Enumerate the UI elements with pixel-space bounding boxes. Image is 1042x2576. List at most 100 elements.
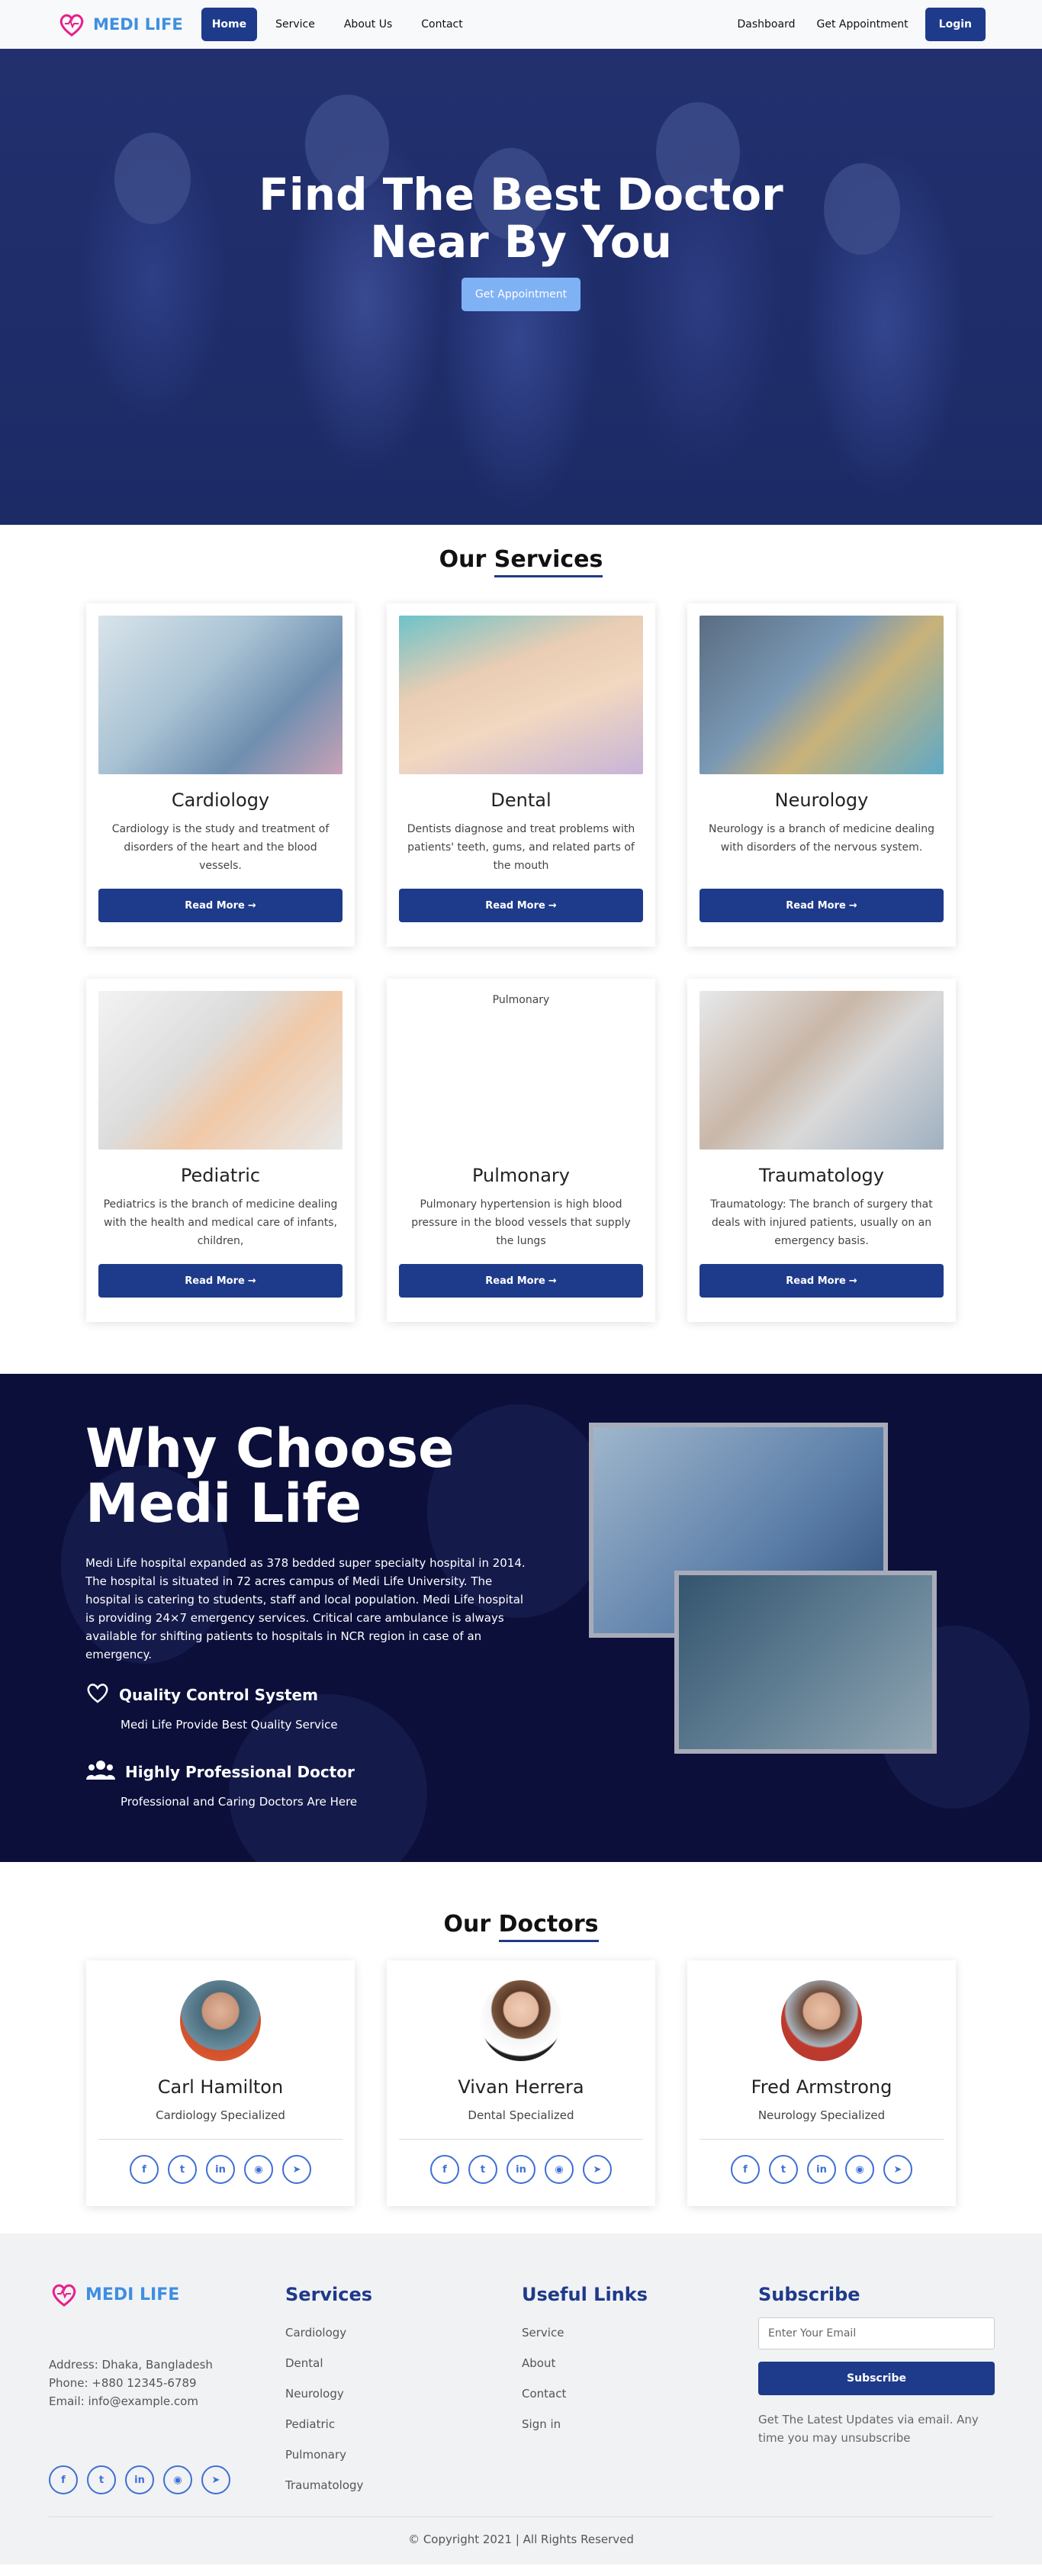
read-more-button[interactable]: Read More → — [699, 889, 944, 922]
service-description: Pulmonary hypertension is high blood pre… — [411, 1198, 631, 1247]
service-card-dental: Dental Dentists diagnose and treat probl… — [387, 603, 655, 947]
service-name: Pediatric — [180, 1165, 261, 1186]
hero-get-appointment-button[interactable]: Get Appointment — [461, 278, 581, 311]
hero-title: Find The Best Doctor Near By You — [259, 169, 783, 268]
doctor-specialty: Neurology Specialized — [757, 2108, 886, 2122]
telegram-icon[interactable]: ➤ — [282, 2155, 311, 2184]
brand-logo[interactable]: MEDI LIFE — [56, 9, 183, 40]
twitter-icon[interactable]: t — [468, 2155, 497, 2184]
read-more-button[interactable]: Read More → — [98, 1264, 343, 1298]
subscribe-note: Get The Latest Updates via email. Any ti… — [758, 2413, 979, 2445]
footer-address: Address: Dhaka, Bangladesh — [49, 2358, 213, 2372]
footer: MEDI LIFE Address: Dhaka, Bangladesh Pho… — [0, 2233, 1042, 2565]
telegram-icon[interactable]: ➤ — [883, 2155, 912, 2184]
service-name: Neurology — [774, 790, 869, 811]
service-description: Neurology is a branch of medicine dealin… — [709, 823, 934, 854]
facebook-icon[interactable]: f — [430, 2155, 459, 2184]
read-more-button[interactable]: Read More → — [98, 889, 343, 922]
twitter-icon[interactable]: t — [769, 2155, 798, 2184]
nav-about[interactable]: About Us — [333, 11, 403, 38]
copyright: © Copyright 2021 | All Rights Reserved — [49, 2517, 993, 2546]
footer-service-link[interactable]: Neurology — [285, 2378, 522, 2409]
service-image-cardiology — [98, 616, 343, 774]
read-more-button[interactable]: Read More → — [399, 1264, 643, 1298]
linkedin-icon[interactable]: in — [807, 2155, 836, 2184]
lab-doctors-photo — [674, 1571, 937, 1754]
read-more-button[interactable]: Read More → — [399, 889, 643, 922]
read-more-button[interactable]: Read More → — [699, 1264, 944, 1298]
feature-professional-doctor: Highly Professional Doctor Professional … — [85, 1759, 528, 1809]
footer-service-link[interactable]: Dental — [285, 2348, 522, 2378]
doctors-title: Our Doctors — [443, 1911, 599, 1938]
footer-services-column: Services Cardiology Dental Neurology Ped… — [285, 2279, 522, 2500]
instagram-icon[interactable]: ◉ — [545, 2155, 574, 2184]
service-card-traumatology: Traumatology Traumatology: The branch of… — [687, 979, 956, 1322]
footer-useful-link[interactable]: About — [522, 2348, 758, 2378]
heart-pulse-logo-icon — [59, 14, 84, 37]
service-card-neurology: Neurology Neurology is a branch of medic… — [687, 603, 956, 947]
service-name: Pulmonary — [472, 1165, 570, 1186]
services-title: Our Services — [439, 546, 603, 573]
brand-name: MEDI LIFE — [93, 14, 183, 34]
doctor-name: Vivan Herrera — [458, 2076, 584, 2098]
footer-service-link[interactable]: Cardiology — [285, 2317, 522, 2348]
footer-useful-link[interactable]: Service — [522, 2317, 758, 2348]
nav-dashboard[interactable]: Dashboard — [733, 18, 800, 31]
footer-links-column: Useful Links Service About Contact Sign … — [522, 2279, 758, 2500]
twitter-icon[interactable]: t — [168, 2155, 197, 2184]
footer-service-link[interactable]: Traumatology — [285, 2470, 522, 2500]
footer-services-title: Services — [285, 2284, 373, 2305]
service-image-pulmonary-broken: Pulmonary — [399, 991, 643, 1150]
service-image-dental — [399, 616, 643, 774]
service-name: Cardiology — [171, 790, 270, 811]
subscribe-button[interactable]: Subscribe — [758, 2362, 995, 2395]
facebook-icon[interactable]: f — [130, 2155, 159, 2184]
footer-links-title: Useful Links — [522, 2284, 648, 2305]
service-name: Dental — [490, 790, 552, 811]
facebook-icon[interactable]: f — [49, 2465, 78, 2494]
linkedin-icon[interactable]: in — [507, 2155, 535, 2184]
hero-section: Find The Best Doctor Near By You Get App… — [0, 49, 1042, 525]
footer-service-link[interactable]: Pulmonary — [285, 2439, 522, 2470]
subscribe-email-input[interactable]: Enter Your Email — [758, 2317, 995, 2349]
telegram-icon[interactable]: ➤ — [583, 2155, 612, 2184]
arrow-right-icon: → — [848, 1275, 857, 1287]
instagram-icon[interactable]: ◉ — [244, 2155, 273, 2184]
login-button[interactable]: Login — [925, 7, 986, 41]
arrow-right-icon: → — [548, 899, 557, 912]
footer-subscribe-column: Subscribe Enter Your Email Subscribe Get… — [758, 2279, 995, 2500]
service-description: Traumatology: The branch of surgery that… — [710, 1198, 933, 1247]
feature-quality-control: Quality Control System Medi Life Provide… — [85, 1682, 528, 1732]
footer-service-link[interactable]: Pediatric — [285, 2409, 522, 2439]
footer-logo[interactable]: MEDI LIFE — [49, 2279, 285, 2310]
doctor-name: Fred Armstrong — [751, 2076, 892, 2098]
footer-subscribe-title: Subscribe — [758, 2284, 860, 2305]
arrow-right-icon: → — [247, 899, 256, 912]
why-choose-section: Why Choose Medi Life Medi Life hospital … — [0, 1374, 1042, 1862]
linkedin-icon[interactable]: in — [206, 2155, 235, 2184]
service-image-traumatology — [699, 991, 944, 1150]
nav-home[interactable]: Home — [201, 7, 258, 41]
doctor-specialty: Dental Specialized — [468, 2108, 574, 2122]
service-name: Traumatology — [759, 1165, 884, 1186]
footer-useful-link[interactable]: Sign in — [522, 2409, 758, 2439]
nav-service[interactable]: Service — [265, 11, 326, 38]
nav-get-appointment[interactable]: Get Appointment — [812, 18, 912, 31]
nav-contact[interactable]: Contact — [410, 11, 473, 38]
service-card-pediatric: Pediatric Pediatrics is the branch of me… — [86, 979, 355, 1322]
twitter-icon[interactable]: t — [87, 2465, 116, 2494]
doctors-section: Our Doctors Carl Hamilton Cardiology Spe… — [0, 1911, 1042, 2206]
doctor-avatar — [481, 1980, 561, 2061]
instagram-icon[interactable]: ◉ — [163, 2465, 192, 2494]
instagram-icon[interactable]: ◉ — [845, 2155, 874, 2184]
broken-image-alt-text: Pulmonary — [492, 994, 550, 1006]
doctor-name: Carl Hamilton — [157, 2076, 284, 2098]
telegram-icon[interactable]: ➤ — [201, 2465, 230, 2494]
linkedin-icon[interactable]: in — [125, 2465, 154, 2494]
footer-useful-link[interactable]: Contact — [522, 2378, 758, 2409]
doctor-card: Carl Hamilton Cardiology Specialized f t… — [86, 1960, 355, 2206]
service-description: Dentists diagnose and treat problems wit… — [407, 823, 635, 872]
doctor-card: Vivan Herrera Dental Specialized f t in … — [387, 1960, 655, 2206]
facebook-icon[interactable]: f — [731, 2155, 760, 2184]
doctor-avatar — [781, 1980, 862, 2061]
